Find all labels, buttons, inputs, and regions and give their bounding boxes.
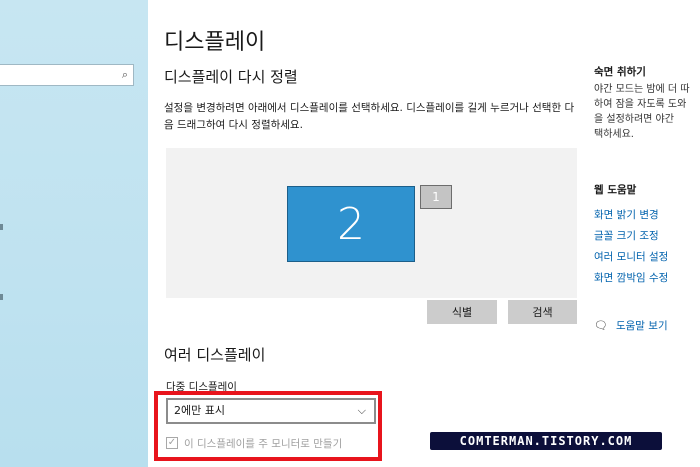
get-help-link[interactable]: 도움말 보기	[616, 318, 668, 333]
sidebar-item-marker	[0, 224, 3, 230]
arrange-description: 설정을 변경하려면 아래에서 디스플레이를 선택하세요. 디스플레이를 길게 누…	[164, 102, 575, 131]
sleep-text: 야간 모드는 밤에 더 따 하여 잠을 자도록 도와 을 설정하려면 야간 택하…	[594, 82, 700, 142]
red-highlight-box	[154, 391, 382, 461]
sleep-text-line: 택하세요.	[594, 129, 634, 140]
link-multi-monitor[interactable]: 여러 모니터 설정	[594, 249, 668, 264]
sleep-text-line: 야간 모드는 밤에 더 따	[594, 84, 690, 95]
get-help-row[interactable]: 🗨 도움말 보기	[594, 318, 668, 333]
sleep-text-line: 을 설정하려면 야간	[594, 114, 674, 125]
sidebar: ⌕	[0, 0, 148, 467]
link-font-size[interactable]: 글꼴 크기 조정	[594, 228, 659, 243]
sidebar-item-marker	[0, 294, 3, 300]
chat-help-icon: 🗨	[594, 319, 608, 332]
link-screen-brightness[interactable]: 화면 밝기 변경	[594, 207, 659, 222]
watermark-logo: COMTERMAN.TISTORY.COM	[430, 432, 662, 450]
identify-button[interactable]: 식별	[427, 300, 497, 324]
search-input[interactable]: ⌕	[0, 64, 134, 86]
arrange-section-title: 디스플레이 다시 정렬	[164, 68, 298, 86]
web-help-title: 웹 도움말	[594, 184, 637, 196]
search-icon[interactable]: ⌕	[122, 68, 128, 82]
sleep-text-line: 하여 잠을 자도록 도와	[594, 99, 687, 110]
display-1-tile[interactable]: 1	[420, 185, 452, 209]
display-arrangement-area[interactable]: 2 1	[166, 148, 577, 298]
detect-button[interactable]: 검색	[508, 300, 577, 324]
display-2-number: 2	[337, 198, 365, 250]
multi-display-section-title: 여러 디스플레이	[164, 346, 266, 364]
display-1-number: 1	[432, 190, 440, 204]
sleep-title: 숙면 취하기	[594, 66, 646, 78]
display-2-tile[interactable]: 2	[287, 186, 415, 262]
link-screen-flicker[interactable]: 화면 깜박임 수정	[594, 270, 668, 285]
related-panel: 숙면 취하기 야간 모드는 밤에 더 따 하여 잠을 자도록 도와 을 설정하려…	[578, 0, 700, 467]
page-title: 디스플레이	[164, 30, 266, 55]
